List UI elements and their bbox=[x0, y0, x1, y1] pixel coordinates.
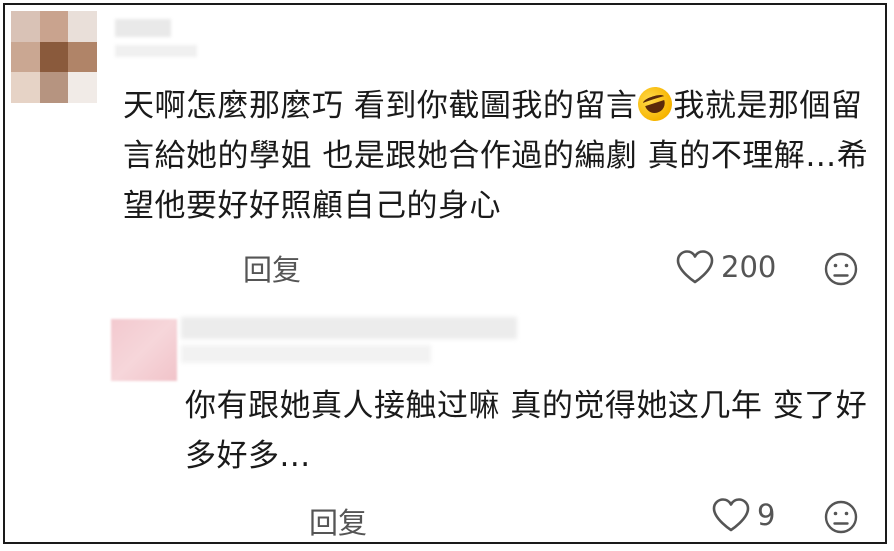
heart-outline-icon bbox=[676, 250, 714, 284]
comment-item: 天啊怎麼那麼巧 看到你截圖我的留言 我就是那個留言給她的學姐 也是跟她合作過的編劇… bbox=[5, 5, 885, 305]
avatar[interactable] bbox=[111, 319, 177, 381]
comment-text: 天啊怎麼那麼巧 看到你截圖我的留言 我就是那個留言給她的學姐 也是跟她合作過的編劇… bbox=[123, 81, 883, 231]
frown-face-icon[interactable] bbox=[823, 251, 859, 287]
comment-text: 你有跟她真人接触过嘛 真的觉得她这几年 变了好多好多... bbox=[185, 388, 868, 474]
frown-face-icon[interactable] bbox=[823, 499, 859, 535]
rolling-on-floor-laughing-emoji bbox=[633, 82, 677, 126]
username-blurred[interactable] bbox=[115, 19, 197, 63]
screenshot-frame: 天啊怎麼那麼巧 看到你截圖我的留言 我就是那個留言給她的學姐 也是跟她合作過的編劇… bbox=[3, 3, 887, 544]
reply-button[interactable]: 回复 bbox=[243, 247, 301, 289]
comment-item: 你有跟她真人接触过嘛 真的觉得她这几年 变了好多好多... 回复 9 bbox=[5, 305, 885, 546]
reply-button[interactable]: 回复 bbox=[309, 500, 367, 542]
like-count: 200 bbox=[721, 250, 777, 284]
avatar[interactable] bbox=[11, 11, 97, 103]
like-count: 9 bbox=[757, 498, 776, 532]
heart-outline-icon bbox=[712, 498, 750, 532]
like-button[interactable]: 9 bbox=[711, 497, 775, 533]
like-button[interactable]: 200 bbox=[675, 249, 776, 285]
username-blurred[interactable] bbox=[181, 317, 517, 367]
